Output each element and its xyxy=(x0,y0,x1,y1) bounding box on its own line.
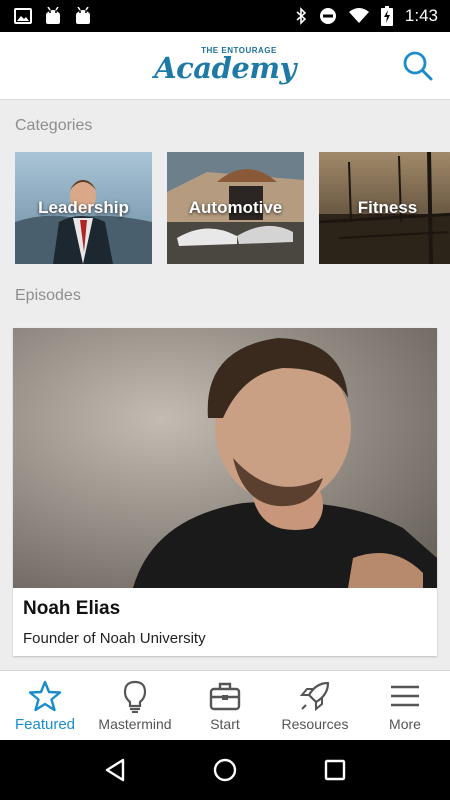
battery-charging-icon xyxy=(380,6,393,26)
categories-title: Categories xyxy=(15,117,93,134)
main-content[interactable]: Categories Leadership Automotive Fitness… xyxy=(0,100,450,670)
logo-small-text: THE ENTOURAGE xyxy=(201,46,277,55)
status-time: 1:43 xyxy=(404,6,438,25)
bluetooth-icon xyxy=(296,7,307,25)
star-icon xyxy=(28,680,62,712)
android-icon xyxy=(76,7,90,24)
tab-resources[interactable]: Resources xyxy=(270,671,360,740)
lightbulb-icon xyxy=(123,680,147,713)
episode-image xyxy=(13,328,437,588)
tab-featured[interactable]: Featured xyxy=(0,671,90,740)
tab-label: Start xyxy=(210,716,240,732)
categories-row: Leadership Automotive Fitness xyxy=(15,152,450,264)
search-button[interactable] xyxy=(400,48,436,84)
system-nav-bar xyxy=(0,740,450,800)
home-icon[interactable] xyxy=(211,756,239,784)
category-tile-automotive[interactable]: Automotive xyxy=(167,152,304,264)
search-icon xyxy=(403,51,433,81)
status-left xyxy=(14,7,92,25)
tab-more[interactable]: More xyxy=(360,671,450,740)
category-label: Fitness xyxy=(357,198,418,217)
tab-mastermind[interactable]: Mastermind xyxy=(90,671,180,740)
episode-description: Founder of Noah University xyxy=(23,630,206,647)
episode-photo xyxy=(13,328,437,588)
tab-label: Mastermind xyxy=(98,716,172,732)
android-icon xyxy=(46,7,60,24)
episode-name: Noah Elias xyxy=(23,598,121,619)
wifi-icon xyxy=(348,8,369,23)
status-bar: 1:43 xyxy=(0,0,450,32)
episodes-title: Episodes xyxy=(15,287,81,304)
image-icon xyxy=(14,8,32,24)
menu-icon xyxy=(391,685,419,707)
rocket-icon xyxy=(299,681,330,712)
logo-main-text: Academy xyxy=(154,51,296,85)
tab-label: Resources xyxy=(281,716,349,732)
tab-label: More xyxy=(389,716,421,732)
back-icon[interactable] xyxy=(101,756,129,784)
tab-label: Featured xyxy=(14,716,76,733)
status-right: 1:43 xyxy=(295,6,438,26)
episode-card[interactable]: Noah Elias Founder of Noah University xyxy=(13,328,437,656)
category-tile-fitness[interactable]: Fitness xyxy=(319,152,450,264)
app-header: THE ENTOURAGE Academy xyxy=(0,32,450,100)
bottom-tab-bar: Featured Mastermind Start Resources More xyxy=(0,670,450,740)
tab-start[interactable]: Start xyxy=(180,671,270,740)
category-label: Leadership xyxy=(38,198,129,217)
briefcase-icon xyxy=(209,682,241,711)
recents-icon[interactable] xyxy=(321,756,349,784)
category-label: Automotive xyxy=(188,198,283,217)
category-tile-leadership[interactable]: Leadership xyxy=(15,152,152,264)
app-logo[interactable]: THE ENTOURAGE Academy xyxy=(0,46,450,85)
do-not-disturb-icon xyxy=(319,8,336,24)
